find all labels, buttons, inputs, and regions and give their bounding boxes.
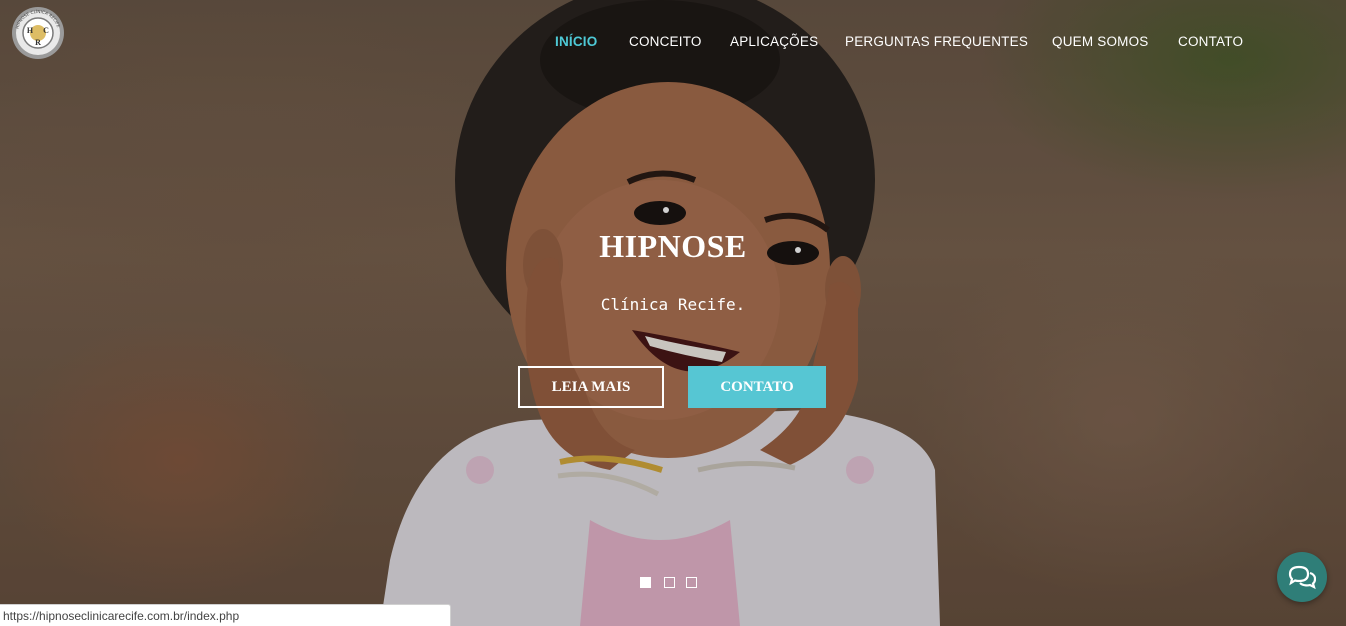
nav-item-conceito[interactable]: CONCEITO — [629, 34, 702, 49]
chat-bubbles-icon — [1288, 565, 1316, 590]
nav-item-quem-somos[interactable]: QUEM SOMOS — [1052, 34, 1149, 49]
nav-item-aplicacoes[interactable]: APLICAÇÕES — [730, 34, 818, 49]
nav-item-perguntas-frequentes[interactable]: PERGUNTAS FREQUENTES — [845, 34, 1028, 49]
nav-item-contato[interactable]: CONTATO — [1178, 34, 1243, 49]
slider-dot-2[interactable] — [664, 577, 675, 588]
main-nav: INÍCIO CONCEITO APLICAÇÕES PERGUNTAS FRE… — [0, 34, 1346, 54]
status-bar-url: https://hipnoseclinicarecife.com.br/inde… — [0, 604, 451, 626]
slider-dot-3[interactable] — [686, 577, 697, 588]
contato-button[interactable]: CONTATO — [688, 366, 826, 408]
slider-dot-1[interactable] — [640, 577, 651, 588]
chat-button[interactable] — [1277, 552, 1327, 602]
hero-title: HIPNOSE — [599, 228, 747, 264]
slider-pagination — [640, 577, 710, 591]
hero-subtitle: Clínica Recife. — [600, 295, 746, 314]
leia-mais-button[interactable]: LEIA MAIS — [518, 366, 664, 408]
nav-item-inicio[interactable]: INÍCIO — [555, 34, 597, 49]
